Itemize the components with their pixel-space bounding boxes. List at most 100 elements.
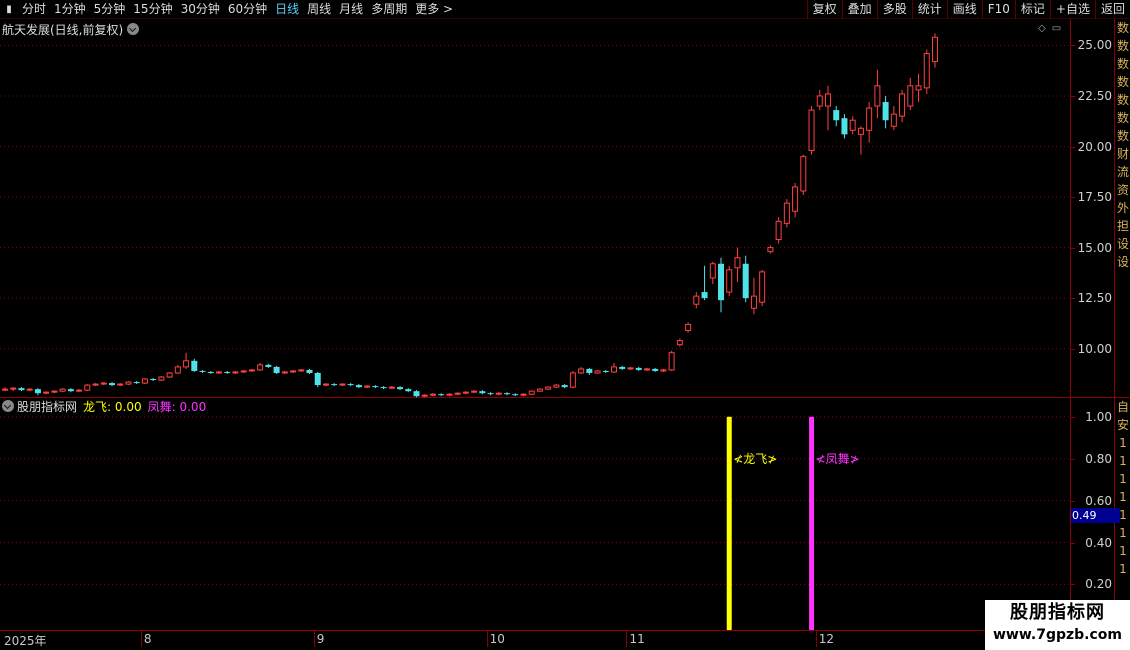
sidebar-tab[interactable]: 设 bbox=[1115, 235, 1130, 253]
candle-body bbox=[158, 376, 165, 381]
sidebar-tab[interactable]: 安 bbox=[1115, 416, 1130, 434]
candle-body bbox=[215, 371, 222, 374]
candle-body bbox=[438, 394, 445, 396]
price-axis-tick bbox=[1071, 247, 1075, 249]
candle-body bbox=[586, 368, 593, 373]
candle-body bbox=[59, 388, 66, 392]
candle-body bbox=[322, 383, 329, 386]
price-axis-label: 25.00 bbox=[1077, 38, 1112, 53]
candle-body bbox=[34, 389, 41, 394]
sidebar-tab[interactable]: 数 bbox=[1115, 55, 1130, 73]
candle-body bbox=[108, 383, 115, 386]
kline-chart[interactable]: ≮龙飞≯ ≮凤舞≯ bbox=[0, 0, 1070, 630]
candle-body bbox=[882, 102, 889, 121]
sidebar-tab[interactable]: 1 bbox=[1115, 470, 1130, 488]
candle-body bbox=[257, 364, 264, 371]
candle-body bbox=[51, 390, 58, 393]
candle-body bbox=[265, 364, 272, 367]
candle-body bbox=[76, 389, 83, 392]
price-axis-label: 22.50 bbox=[1077, 88, 1112, 103]
candle-body bbox=[166, 372, 173, 378]
candle-body bbox=[734, 257, 741, 269]
candle-body bbox=[174, 366, 181, 374]
sidebar-tab[interactable]: 资 bbox=[1115, 181, 1130, 199]
sidebar-tab[interactable]: 自 bbox=[1115, 398, 1130, 416]
candle-body bbox=[43, 391, 50, 394]
price-axis-label: 20.00 bbox=[1077, 139, 1112, 154]
candle-body bbox=[10, 387, 17, 390]
candle-body bbox=[660, 369, 667, 372]
candle-body bbox=[471, 390, 478, 393]
candle-body bbox=[833, 110, 840, 121]
time-axis: 2025年891011121 bbox=[0, 630, 1130, 650]
sidebar-tab[interactable]: 外 bbox=[1115, 199, 1130, 217]
candle-body bbox=[191, 360, 198, 371]
candle-body bbox=[915, 85, 922, 91]
price-axis-tick bbox=[1071, 95, 1075, 97]
sidebar-tab[interactable]: 1 bbox=[1115, 524, 1130, 542]
candle-body bbox=[314, 372, 321, 386]
candle-body bbox=[479, 391, 486, 394]
price-axis: 40.0037.5035.0032.5030.0027.5025.0022.50… bbox=[1070, 0, 1114, 397]
candle-body bbox=[561, 385, 568, 388]
candle-body bbox=[100, 382, 107, 385]
candle-body bbox=[676, 340, 683, 346]
sidebar-tab[interactable]: 数 bbox=[1115, 127, 1130, 145]
sidebar-tab[interactable]: 1 bbox=[1115, 452, 1130, 470]
sidebar-tab[interactable]: 设 bbox=[1115, 253, 1130, 271]
candle-body bbox=[742, 263, 749, 299]
candle-body bbox=[569, 372, 576, 388]
candle-body bbox=[750, 295, 757, 309]
candle-body bbox=[421, 394, 428, 397]
signal-bar bbox=[809, 416, 815, 630]
sidebar-tab[interactable]: 财 bbox=[1115, 145, 1130, 163]
candle-body bbox=[627, 367, 634, 370]
candle-body bbox=[125, 381, 132, 385]
candle-body bbox=[388, 386, 395, 389]
candle-body bbox=[668, 352, 675, 371]
time-axis-label: 10 bbox=[489, 632, 505, 646]
time-axis-label: 9 bbox=[316, 632, 325, 646]
info-sidebar[interactable]: 数数数数数数数财流资外担设设 bbox=[1114, 19, 1130, 397]
watermark-logo: 股朋指标网 www.7gpzb.com bbox=[985, 600, 1130, 650]
sidebar-tab[interactable]: 数 bbox=[1115, 37, 1130, 55]
indicator-axis-tick bbox=[1071, 542, 1075, 544]
sidebar-tab[interactable]: 数 bbox=[1115, 109, 1130, 127]
candle-body bbox=[578, 368, 585, 374]
sidebar-tab[interactable]: 1 bbox=[1115, 434, 1130, 452]
candle-body bbox=[380, 387, 387, 389]
candle-body bbox=[504, 393, 511, 395]
indicator-axis-tick bbox=[1071, 500, 1075, 502]
candle-body bbox=[923, 52, 930, 89]
sidebar-tab[interactable]: 1 bbox=[1115, 560, 1130, 578]
toolbar-button[interactable]: 返回 bbox=[1094, 0, 1130, 19]
indicator-axis-label: 0.60 bbox=[1085, 493, 1112, 508]
candle-body bbox=[2, 388, 8, 391]
candle-body bbox=[290, 370, 297, 373]
sidebar-tab[interactable]: 数 bbox=[1115, 19, 1130, 37]
sidebar-tab[interactable]: 数 bbox=[1115, 91, 1130, 109]
indicator-axis-label: 0.20 bbox=[1085, 577, 1112, 592]
candle-body bbox=[611, 366, 618, 373]
price-axis-tick bbox=[1071, 146, 1075, 148]
candle-body bbox=[84, 384, 91, 391]
candle-body bbox=[520, 393, 527, 396]
sidebar-tab[interactable]: 数 bbox=[1115, 73, 1130, 91]
candle-body bbox=[117, 383, 124, 386]
time-axis-tick bbox=[313, 631, 315, 647]
time-axis-label: 8 bbox=[143, 632, 152, 646]
candle-body bbox=[347, 384, 354, 386]
sidebar-tab[interactable]: 1 bbox=[1115, 488, 1130, 506]
sidebar-tab[interactable]: 担 bbox=[1115, 217, 1130, 235]
candle-body bbox=[92, 383, 99, 386]
sidebar-tab[interactable]: 流 bbox=[1115, 163, 1130, 181]
time-axis-label: 2025年 bbox=[4, 634, 47, 648]
candle-body bbox=[594, 370, 601, 374]
sidebar-tab[interactable]: 1 bbox=[1115, 542, 1130, 560]
candle-body bbox=[857, 127, 864, 135]
price-axis-tick bbox=[1071, 348, 1075, 350]
candle-body bbox=[808, 109, 815, 152]
indicator-axis-tick bbox=[1071, 416, 1075, 418]
price-axis-label: 27.50 bbox=[1078, 0, 1112, 2]
candle-body bbox=[446, 393, 453, 396]
